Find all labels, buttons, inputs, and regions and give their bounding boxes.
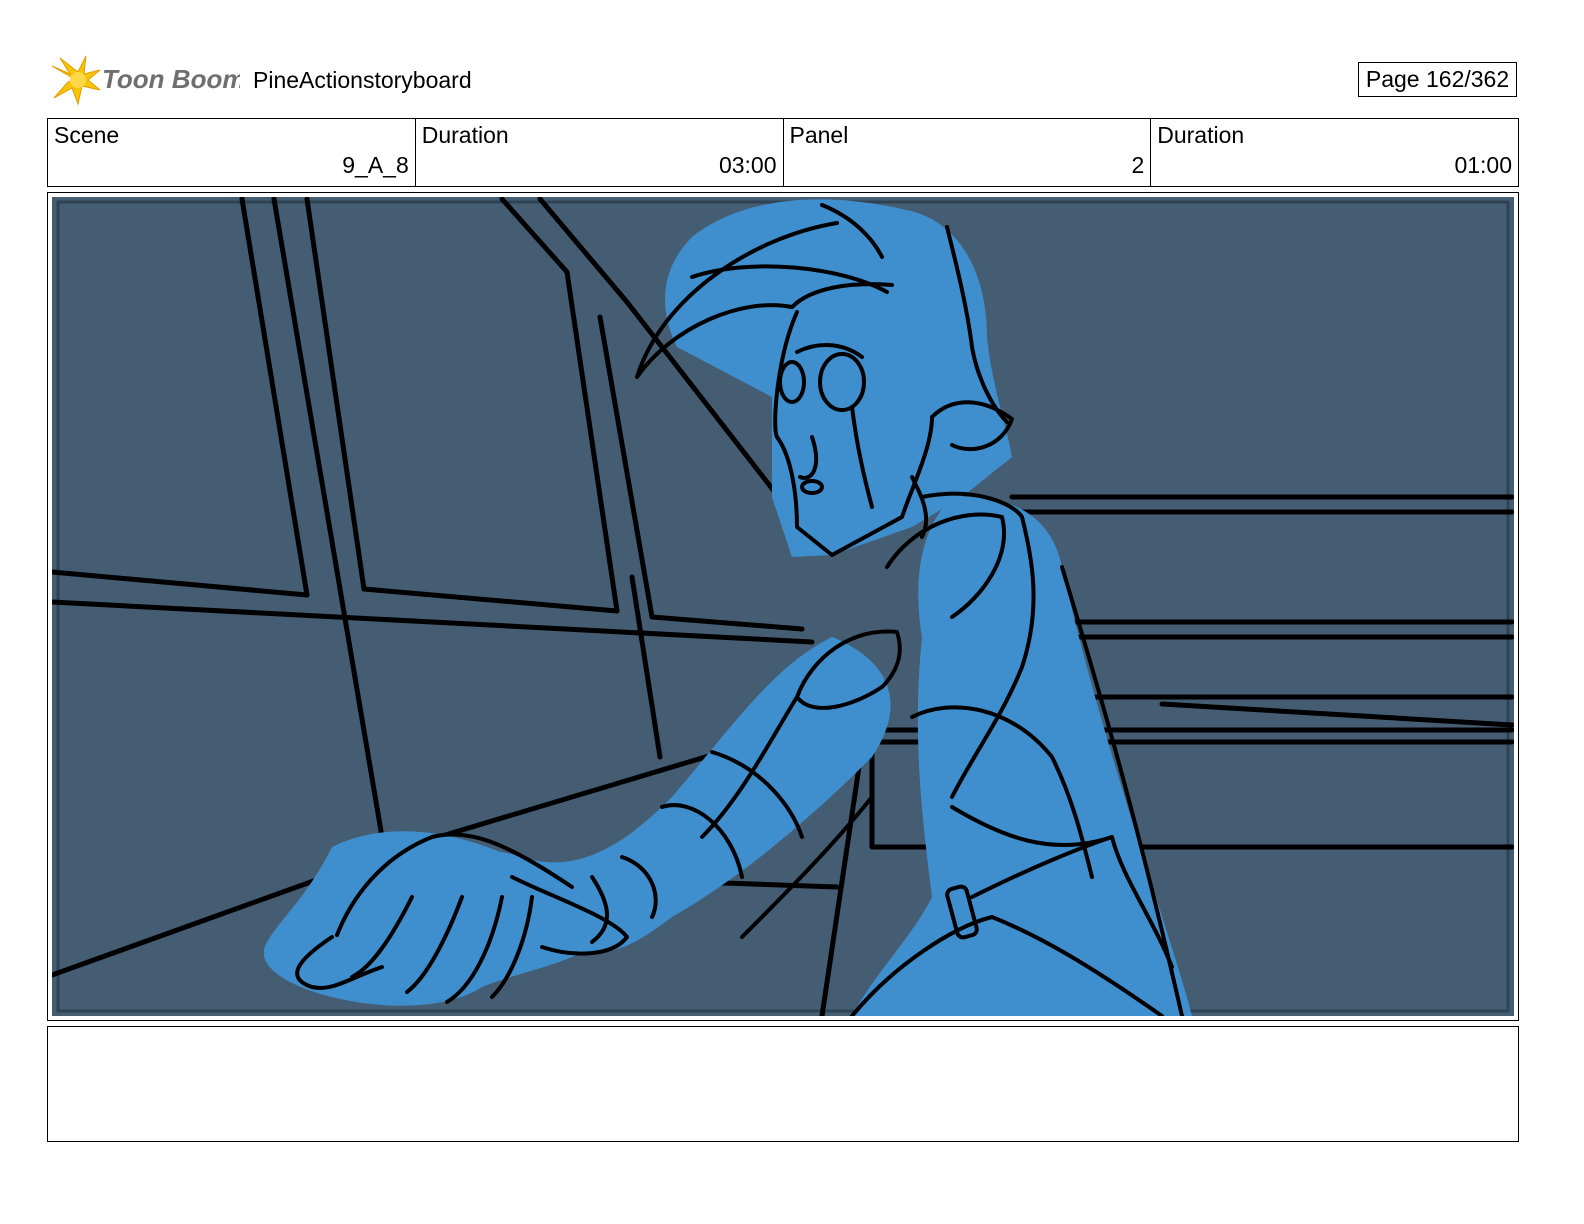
- panel-duration-value: 01:00: [1454, 152, 1512, 178]
- scene-label: Scene: [54, 122, 120, 148]
- panel-duration-label: Duration: [1157, 122, 1245, 148]
- scene-duration-cell: Duration 03:00: [414, 119, 783, 186]
- scene-cell: Scene 9_A_8: [48, 119, 415, 186]
- project-title: PineActionstoryboard: [253, 67, 472, 93]
- toon-boom-logo: Toon Boom: [50, 54, 240, 106]
- panel-notes: [47, 1026, 1519, 1142]
- panel-value: 2: [1131, 152, 1145, 178]
- panel-label: Panel: [789, 122, 849, 148]
- page-number: Page 162/362: [1358, 62, 1517, 97]
- scene-duration-label: Duration: [421, 122, 509, 148]
- scene-duration-value: 03:00: [718, 152, 777, 178]
- logo-wordmark: Toon Boom: [102, 64, 240, 94]
- logo-star-icon: [51, 55, 101, 106]
- scene-value: 9_A_8: [342, 152, 409, 178]
- storyboard-sketch: [52, 197, 1514, 1016]
- panel-cell: Panel 2: [782, 119, 1151, 186]
- panel-info-table: Scene 9_A_8 Duration 03:00 Panel 2 Durat…: [47, 118, 1519, 187]
- panel-duration-cell: Duration 01:00: [1150, 119, 1518, 186]
- storyboard-panel: [47, 192, 1519, 1021]
